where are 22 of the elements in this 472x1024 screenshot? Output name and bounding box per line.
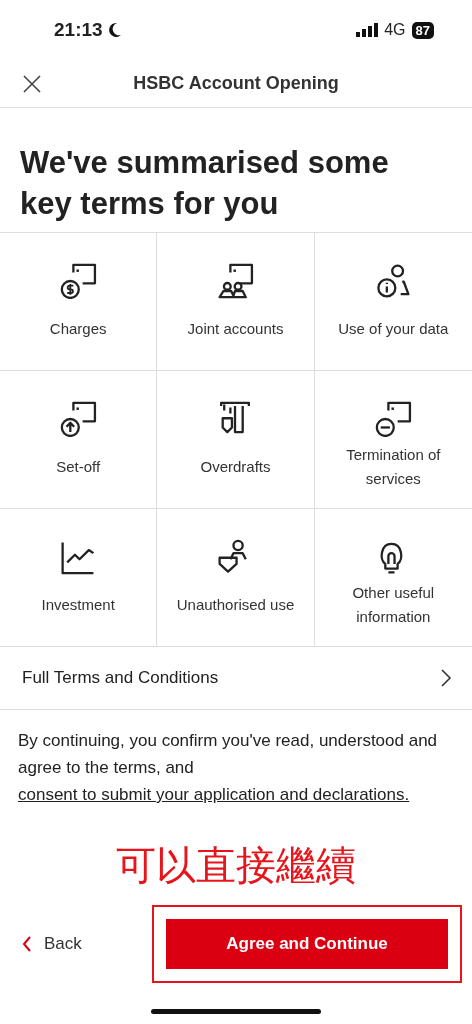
agree-button[interactable]: Agree and Continue: [166, 918, 448, 969]
close-icon[interactable]: [22, 74, 42, 94]
term-tile[interactable]: Set-off: [0, 371, 158, 509]
moon-icon: [107, 22, 122, 38]
term-tile[interactable]: Unauthorised use: [157, 509, 315, 647]
chevron-icon: [440, 668, 452, 688]
network-label: 4G: [384, 21, 406, 39]
signal-icon: [356, 23, 379, 37]
term-tile[interactable]: Joint accounts: [157, 233, 315, 371]
battery-level: 87: [411, 21, 434, 39]
term-tile[interactable]: Charges: [0, 233, 158, 371]
page-heading: We've summarised some key terms for you: [19, 144, 390, 223]
charges-icon: [58, 263, 99, 299]
back-chevron-icon: [22, 934, 32, 953]
term-tile[interactable]: Investment: [0, 509, 158, 647]
annotation-text: 可以直接繼續: [115, 842, 357, 889]
status-time: 21:13: [54, 19, 103, 41]
term-tile[interactable]: Overdrafts: [157, 371, 315, 509]
header-title: HSBC Account Opening: [133, 73, 339, 94]
consent-text: By continuing, you confirm you've read, understood and agree to the terms, and consent to submit your application and declarations.: [17, 730, 439, 806]
consent-link[interactable]: consent to submit your application and declarations.: [18, 785, 410, 804]
back-button[interactable]: Back: [18, 927, 86, 960]
